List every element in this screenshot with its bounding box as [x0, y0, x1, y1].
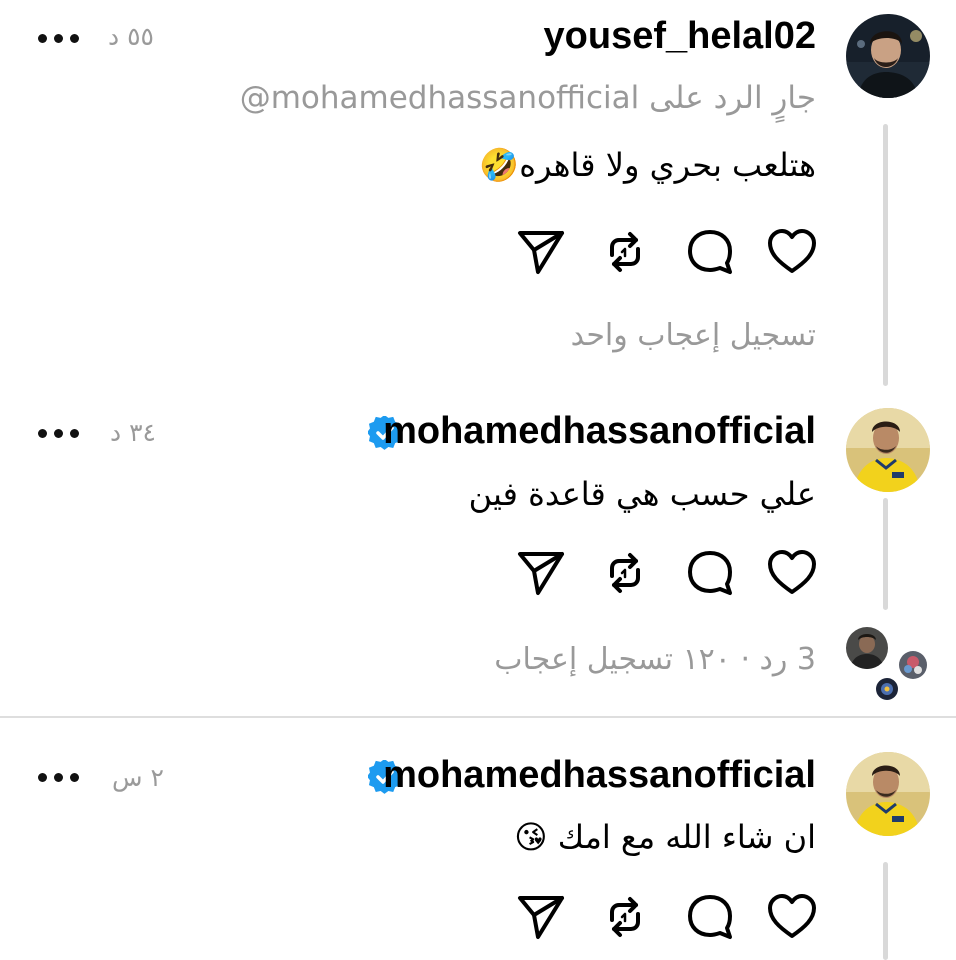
- avatar[interactable]: [846, 752, 930, 836]
- share-button[interactable]: [514, 225, 568, 279]
- more-options-icon[interactable]: [38, 34, 79, 43]
- reply-to-prefix: جارٍ الرد على: [649, 80, 816, 116]
- like-button[interactable]: [765, 546, 819, 600]
- repost-button[interactable]: [598, 546, 652, 600]
- post-username[interactable]: yousef_helal02: [544, 15, 816, 58]
- share-button[interactable]: [514, 546, 568, 600]
- send-icon: [518, 231, 564, 274]
- reply-button[interactable]: [683, 546, 737, 600]
- repost-button[interactable]: [598, 225, 652, 279]
- post-text: هتلعب بحري ولا قاهره🤣: [479, 146, 816, 184]
- reply-to-line: جارٍ الرد على @mohamedhassanofficial: [240, 80, 816, 116]
- post-time: ٢ س: [112, 763, 164, 792]
- thread-line: [883, 862, 888, 960]
- avatar[interactable]: [846, 408, 930, 492]
- heart-icon: [768, 550, 816, 594]
- repost-icon: [610, 553, 640, 593]
- post-stats[interactable]: 3 رد · ١٢٠ تسجيل إعجاب: [494, 642, 816, 677]
- heart-icon: [768, 894, 816, 938]
- comment-icon: [688, 895, 732, 939]
- repost-icon: [610, 232, 640, 272]
- reply-avatar[interactable]: [874, 676, 900, 702]
- post-text: ان شاء الله مع امك 😘: [514, 818, 816, 856]
- reply-button[interactable]: [683, 890, 737, 944]
- avatar[interactable]: [846, 14, 930, 98]
- heart-icon: [768, 229, 816, 273]
- repost-icon: [610, 897, 640, 937]
- comment-icon: [688, 551, 732, 595]
- post-text: علي حسب هي قاعدة فين: [468, 475, 816, 513]
- divider: [0, 716, 956, 718]
- post-time: ٥٥ د: [108, 22, 154, 51]
- like-summary[interactable]: تسجيل إعجاب واحد: [571, 318, 816, 353]
- send-icon: [518, 896, 564, 939]
- repost-button[interactable]: [598, 890, 652, 944]
- more-options-icon[interactable]: [38, 773, 79, 782]
- send-icon: [518, 552, 564, 595]
- like-button[interactable]: [765, 890, 819, 944]
- reply-avatar[interactable]: [897, 649, 929, 681]
- post-time: ٣٤ د: [110, 418, 156, 447]
- reply-to-user[interactable]: @mohamedhassanofficial: [240, 80, 640, 116]
- more-options-icon[interactable]: [38, 429, 79, 438]
- reply-avatar[interactable]: [846, 627, 888, 669]
- share-button[interactable]: [514, 890, 568, 944]
- thread-line: [883, 498, 888, 610]
- comment-icon: [688, 230, 732, 274]
- reply-button[interactable]: [683, 225, 737, 279]
- post-username[interactable]: mohamedhassanofficial: [383, 410, 816, 453]
- like-button[interactable]: [765, 225, 819, 279]
- thread-line: [883, 124, 888, 386]
- post-username[interactable]: mohamedhassanofficial: [383, 754, 816, 797]
